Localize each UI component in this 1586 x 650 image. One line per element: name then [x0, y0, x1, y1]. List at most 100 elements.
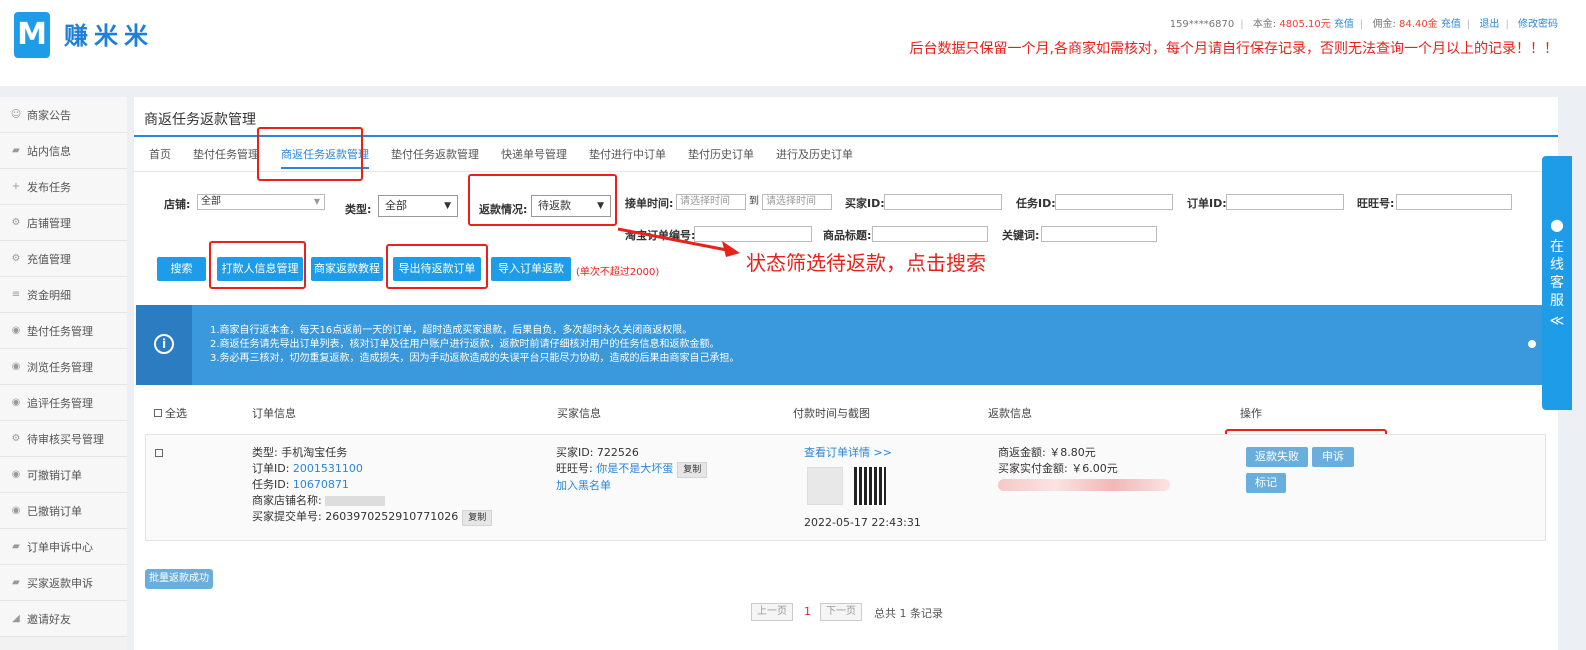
customer-service-tab[interactable]: ● 在线客服 ≪ [1542, 156, 1572, 410]
tab-item[interactable]: 垫付任务管理 [193, 147, 259, 169]
time-start-input[interactable]: 请选择时间 [676, 194, 746, 210]
tab-item[interactable]: 垫付进行中订单 [589, 147, 666, 169]
task-id-link[interactable]: 10670871 [293, 478, 349, 491]
import-button[interactable]: 导入订单返款 [491, 257, 571, 281]
sidebar-item[interactable]: ⚙ 待审核买号管理 [0, 421, 127, 457]
qr-code-icon[interactable] [854, 467, 886, 505]
sidebar-item-label: 已撤销订单 [27, 504, 82, 518]
order-id-link[interactable]: 2001531100 [293, 462, 363, 475]
tab-item[interactable]: 快递单号管理 [501, 147, 567, 169]
annotation-text: 状态筛选待返款，点击搜索 [746, 251, 986, 275]
sidebar-item-label: 站内信息 [27, 144, 71, 158]
wangwang-input[interactable] [1396, 194, 1512, 210]
sidebar-item[interactable]: ◉ 浏览任务管理 [0, 349, 127, 385]
sidebar-item[interactable]: ◉ 可撤销订单 [0, 457, 127, 493]
sidebar-item[interactable]: ▰ 订单申诉中心 [0, 529, 127, 565]
batch-refund-success-button[interactable]: 批量返款成功 [145, 569, 213, 589]
buyer-info-cell: 买家ID: 722526 旺旺号: 你是不是大坏蛋 复制 加入黑名单 [556, 445, 708, 494]
sidebar-item[interactable]: ◉ 追评任务管理 [0, 385, 127, 421]
sidebar-item-label: 买家返款申诉 [27, 576, 93, 590]
shop-select[interactable]: 全部 ▼ [197, 194, 325, 210]
appeal-button[interactable]: 申诉 [1312, 447, 1354, 467]
info-icon-box: i [136, 305, 192, 385]
sidebar-item-icon: ▰ [12, 576, 20, 588]
sidebar-item-label: 发布任务 [27, 180, 71, 194]
commission-label: 佣金: [1372, 19, 1396, 30]
sidebar-item[interactable]: + 发布任务 [0, 169, 127, 205]
header-actions: 操作 [1240, 407, 1262, 420]
redacted-info [998, 479, 1170, 491]
order-id-input[interactable] [1226, 194, 1344, 210]
recharge-link[interactable]: 充值 [1334, 19, 1354, 30]
change-password-link[interactable]: 修改密码 [1518, 19, 1558, 30]
payer-info-highlight-box [209, 241, 306, 289]
product-title-input[interactable] [872, 226, 988, 242]
sidebar-item-label: 垫付任务管理 [27, 324, 93, 338]
tab-highlight-box [257, 127, 363, 181]
screenshot-image-icon[interactable] [807, 467, 843, 505]
search-button[interactable]: 搜索 [157, 257, 206, 281]
sidebar-item-label: 追评任务管理 [27, 396, 93, 410]
time-end-input[interactable]: 请选择时间 [762, 194, 832, 210]
logout-link[interactable]: 退出 [1479, 19, 1499, 30]
page-title: 商返任务返款管理 [144, 112, 256, 128]
type-select[interactable]: 全部 ▼ [378, 195, 458, 217]
copy-order-button[interactable]: 复制 [462, 510, 493, 526]
sidebar-item[interactable]: ⚙ 充值管理 [0, 241, 127, 277]
view-detail-link[interactable]: 查看订单详情 >> [804, 445, 892, 461]
sidebar-item-label: 待审核买号管理 [27, 432, 104, 446]
status-highlight-box [468, 174, 617, 226]
wangwang-name[interactable]: 你是不是大坏蛋 [596, 462, 673, 475]
sidebar-item[interactable]: ▰ 买家返款申诉 [0, 565, 127, 601]
keyword-input[interactable] [1041, 226, 1157, 242]
sidebar-item-icon: ⚙ [11, 432, 21, 444]
redacted-shop-name [325, 496, 386, 506]
banner-dot-icon[interactable] [1528, 340, 1536, 348]
recharge-commission-link[interactable]: 充值 [1441, 19, 1461, 30]
tutorial-button[interactable]: 商家返款教程 [311, 257, 383, 281]
tab-item[interactable]: 垫付历史订单 [688, 147, 754, 169]
row-checkbox[interactable] [155, 449, 163, 457]
mark-button[interactable]: 标记 [1246, 473, 1286, 493]
select-all[interactable]: 全选 [154, 405, 187, 421]
blacklist-link[interactable]: 加入黑名单 [556, 478, 707, 494]
current-page[interactable]: 1 [804, 605, 811, 618]
tab-item[interactable]: 首页 [149, 147, 171, 169]
sidebar-item[interactable]: ▰ 站内信息 [0, 133, 127, 169]
sidebar-item-icon: ▰ [12, 540, 20, 552]
collapse-icon[interactable]: ≪ [1542, 312, 1572, 330]
order-id-label: 订单ID: [1187, 197, 1227, 210]
keyword-label: 关键词: [1002, 229, 1040, 242]
sidebar-item[interactable]: ≡ 资金明细 [0, 277, 127, 313]
copy-wangwang-button[interactable]: 复制 [677, 462, 708, 478]
sidebar-item-icon: ◉ [11, 396, 21, 408]
sidebar-item-label: 可撤销订单 [27, 468, 82, 482]
buyer-id-input[interactable] [884, 194, 1002, 210]
sidebar-item-icon: ☺ [10, 108, 22, 120]
select-all-checkbox[interactable] [154, 409, 162, 417]
order-info-cell: 类型: 手机淘宝任务 订单ID: 2001531100 任务ID: 106708… [252, 445, 493, 526]
sidebar-item[interactable]: ⚙ 店铺管理 [0, 205, 127, 241]
next-page-button[interactable]: 下一页 [820, 603, 862, 621]
tab-item[interactable]: 进行及历史订单 [776, 147, 853, 169]
prev-page-button[interactable]: 上一页 [751, 603, 793, 621]
sidebar-item[interactable]: ◉ 已撤销订单 [0, 493, 127, 529]
balance-label: 本金: [1252, 19, 1277, 30]
sidebar-item-label: 订单申诉中心 [27, 540, 93, 554]
sidebar-item-label: 充值管理 [27, 252, 71, 266]
info-line: 2.商返任务请先导出订单列表，核对订单及往用户账户进行返款，返款时前请仔细核对用… [210, 339, 720, 350]
header-buyer-info: 买家信息 [557, 407, 601, 420]
order-time-label: 接单时间: [625, 197, 674, 210]
customer-service-icon: ● [1550, 215, 1564, 234]
info-banner: i 1.商家自行返本金，每天16点返前一天的订单，超时造成买家退款，后果自负，多… [136, 305, 1558, 385]
sidebar-item[interactable]: ◉ 垫付任务管理 [0, 313, 127, 349]
sidebar-item[interactable]: ◢ 邀请好友 [0, 601, 127, 637]
logo-icon[interactable]: M [14, 12, 50, 58]
tab-item[interactable]: 垫付任务返款管理 [391, 147, 479, 169]
sidebar-item[interactable]: ☺ 商家公告 [0, 97, 127, 133]
info-line: 3.务必再三核对，切勿重复返款，造成损失，因为手动返款造成的失误平台只能尽力协助… [210, 353, 740, 364]
refund-fail-button[interactable]: 返款失败 [1246, 447, 1308, 467]
task-id-label: 任务ID: [1016, 197, 1056, 210]
info-icon: i [154, 334, 174, 354]
task-id-input[interactable] [1055, 194, 1173, 210]
